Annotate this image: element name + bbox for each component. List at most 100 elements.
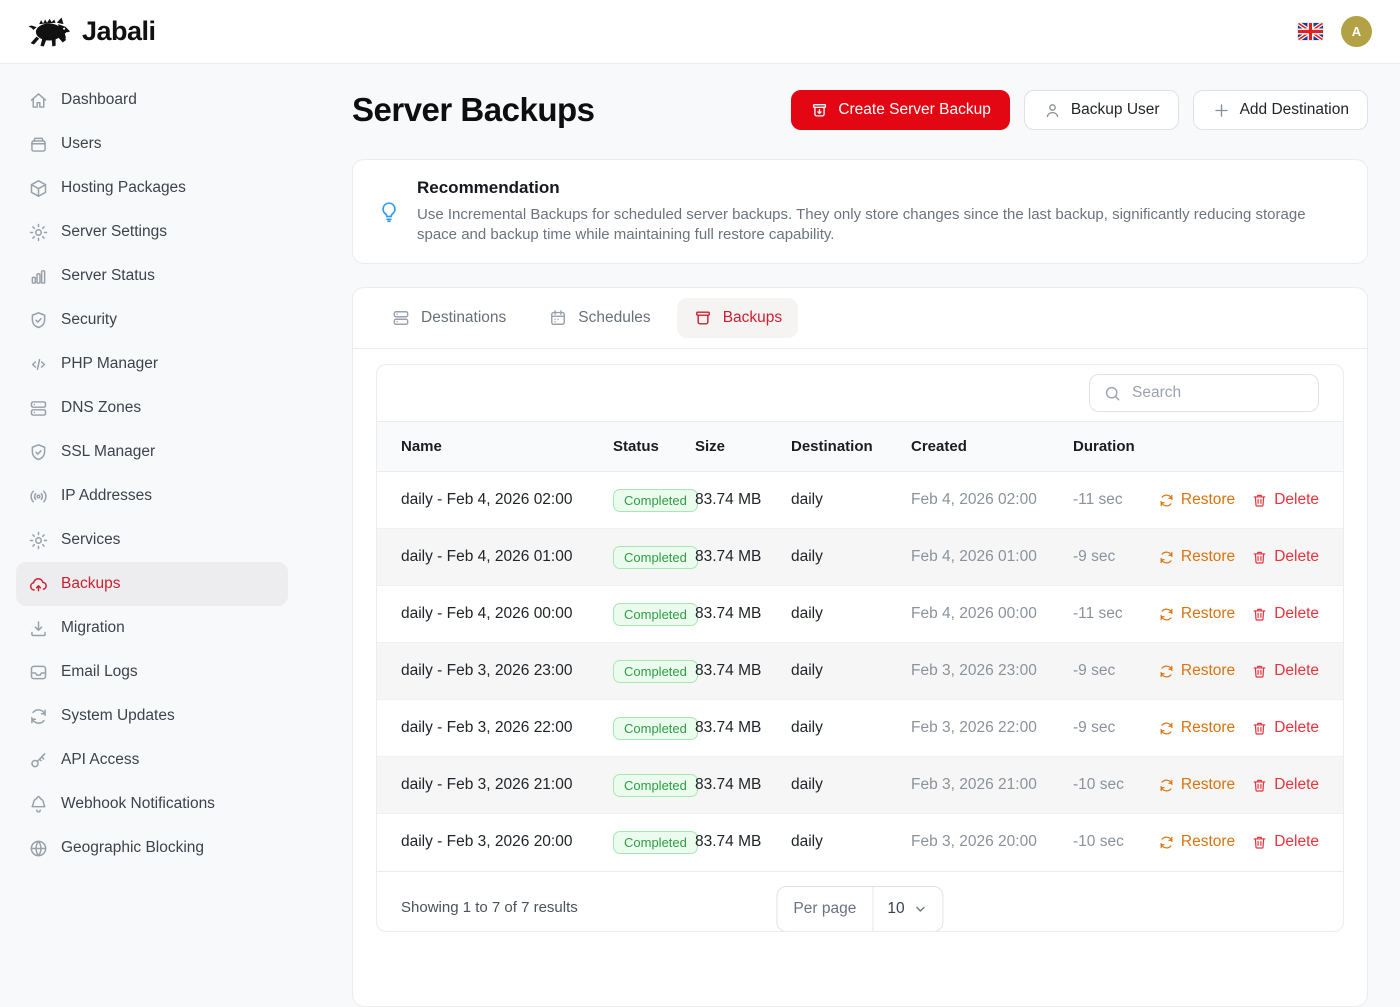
top-header: Jabali A	[0, 0, 1400, 64]
per-page-select[interactable]: 10	[873, 887, 942, 931]
cell-size: 83.74 MB	[695, 757, 791, 814]
button-label: Backup User	[1071, 101, 1160, 119]
delete-button[interactable]: Delete	[1251, 491, 1319, 509]
cell-created: Feb 3, 2026 21:00	[911, 757, 1073, 814]
sidebar-item-label: PHP Manager	[61, 355, 158, 373]
shield-check-icon	[28, 442, 49, 463]
restore-label: Restore	[1181, 662, 1235, 680]
sidebar-item-api-access[interactable]: API Access	[16, 738, 288, 782]
create-server-backup-button[interactable]: Create Server Backup	[791, 90, 1010, 130]
sidebar-item-label: Migration	[61, 619, 125, 637]
sidebar-nav: DashboardUsersHosting Packages Server Set…	[0, 64, 304, 900]
sidebar-item-services[interactable]: Services	[16, 518, 288, 562]
delete-button[interactable]: Delete	[1251, 662, 1319, 680]
home-icon	[28, 90, 49, 111]
per-page-label: Per page	[777, 887, 873, 931]
sidebar-item-label: Server Settings	[61, 223, 167, 241]
trash-icon	[1251, 720, 1268, 737]
table-row: daily - Feb 3, 2026 20:00Completed83.74 …	[377, 814, 1343, 871]
sidebar-item-hosting-packages[interactable]: Hosting Packages	[16, 166, 288, 210]
restore-button[interactable]: Restore	[1158, 776, 1235, 794]
chevron-down-icon	[913, 901, 929, 917]
tab-backups[interactable]: Backups	[677, 298, 798, 338]
brand-logo[interactable]: Jabali	[28, 16, 156, 48]
tab-schedules[interactable]: Schedules	[532, 298, 666, 338]
delete-button[interactable]: Delete	[1251, 833, 1319, 851]
column-header-destination: Destination	[791, 422, 911, 472]
restore-label: Restore	[1181, 833, 1235, 851]
restore-button[interactable]: Restore	[1158, 662, 1235, 680]
backup-user-button[interactable]: Backup User	[1024, 90, 1179, 130]
cell-name: daily - Feb 4, 2026 00:00	[377, 586, 613, 643]
cell-size: 83.74 MB	[695, 529, 791, 586]
status-badge: Completed	[613, 546, 698, 569]
sidebar-item-ip-addresses[interactable]: IP Addresses	[16, 474, 288, 518]
cell-name: daily - Feb 3, 2026 20:00	[377, 814, 613, 871]
sidebar-item-backups[interactable]: Backups	[16, 562, 288, 606]
sidebar-item-server-settings[interactable]: Server Settings	[16, 210, 288, 254]
restore-label: Restore	[1181, 491, 1235, 509]
sidebar-item-dns-zones[interactable]: DNS Zones	[16, 386, 288, 430]
cell-status: Completed	[613, 586, 695, 643]
page-title: Server Backups	[352, 91, 594, 129]
search-input[interactable]	[1132, 384, 1305, 402]
status-badge: Completed	[613, 660, 698, 683]
restore-button[interactable]: Restore	[1158, 491, 1235, 509]
cell-status: Completed	[613, 700, 695, 757]
archive-down-icon	[810, 101, 829, 120]
sidebar-item-email-logs[interactable]: Email Logs	[16, 650, 288, 694]
sidebar-item-server-status[interactable]: Server Status	[16, 254, 288, 298]
tab-destinations[interactable]: Destinations	[375, 298, 522, 338]
delete-button[interactable]: Delete	[1251, 776, 1319, 794]
status-badge: Completed	[613, 489, 698, 512]
main-content: Server Backups Create Server Backup Backu…	[304, 64, 1400, 1007]
search-input-wrap	[1089, 374, 1319, 412]
user-avatar[interactable]: A	[1341, 16, 1372, 47]
sidebar-item-label: Webhook Notifications	[61, 795, 215, 813]
sidebar-item-php-manager[interactable]: PHP Manager	[16, 342, 288, 386]
button-label: Create Server Backup	[838, 101, 991, 119]
sidebar-item-ssl-manager[interactable]: SSL Manager	[16, 430, 288, 474]
backups-card: DestinationsSchedules Backups	[352, 287, 1368, 1007]
users-box-icon	[28, 134, 49, 155]
table-row: daily - Feb 3, 2026 23:00Completed83.74 …	[377, 643, 1343, 700]
sidebar-item-migration[interactable]: Migration	[16, 606, 288, 650]
sidebar-item-label: Security	[61, 311, 117, 329]
cell-status: Completed	[613, 529, 695, 586]
code-icon	[28, 354, 49, 375]
delete-button[interactable]: Delete	[1251, 605, 1319, 623]
sidebar-item-label: Backups	[61, 575, 120, 593]
add-destination-button[interactable]: Add Destination	[1193, 90, 1368, 130]
table-row: daily - Feb 4, 2026 01:00Completed83.74 …	[377, 529, 1343, 586]
sidebar-item-label: Email Logs	[61, 663, 138, 681]
restore-button[interactable]: Restore	[1158, 833, 1235, 851]
cell-status: Completed	[613, 814, 695, 871]
sidebar-item-label: System Updates	[61, 707, 175, 725]
search-icon	[1103, 384, 1122, 403]
uk-flag-icon[interactable]	[1298, 23, 1323, 40]
restore-button[interactable]: Restore	[1158, 605, 1235, 623]
button-label: Add Destination	[1240, 101, 1349, 119]
sidebar-item-users[interactable]: Users	[16, 122, 288, 166]
restore-button[interactable]: Restore	[1158, 548, 1235, 566]
sidebar-item-webhook-notifications[interactable]: Webhook Notifications	[16, 782, 288, 826]
lightbulb-icon	[377, 200, 401, 224]
cell-name: daily - Feb 4, 2026 01:00	[377, 529, 613, 586]
bell-icon	[28, 794, 49, 815]
delete-label: Delete	[1274, 491, 1319, 509]
sidebar-item-system-updates[interactable]: System Updates	[16, 694, 288, 738]
restore-button[interactable]: Restore	[1158, 719, 1235, 737]
sync-icon	[1158, 834, 1175, 851]
cell-size: 83.74 MB	[695, 814, 791, 871]
sidebar-item-dashboard[interactable]: Dashboard	[16, 78, 288, 122]
cell-status: Completed	[613, 472, 695, 529]
sidebar-item-geographic-blocking[interactable]: Geographic Blocking	[16, 826, 288, 870]
sidebar-item-label: DNS Zones	[61, 399, 141, 417]
sidebar-item-security[interactable]: Security	[16, 298, 288, 342]
tab-bar: DestinationsSchedules Backups	[353, 288, 1367, 349]
cell-name: daily - Feb 3, 2026 23:00	[377, 643, 613, 700]
delete-button[interactable]: Delete	[1251, 548, 1319, 566]
delete-button[interactable]: Delete	[1251, 719, 1319, 737]
sync-icon	[1158, 663, 1175, 680]
cell-duration: -10 sec	[1073, 757, 1169, 814]
